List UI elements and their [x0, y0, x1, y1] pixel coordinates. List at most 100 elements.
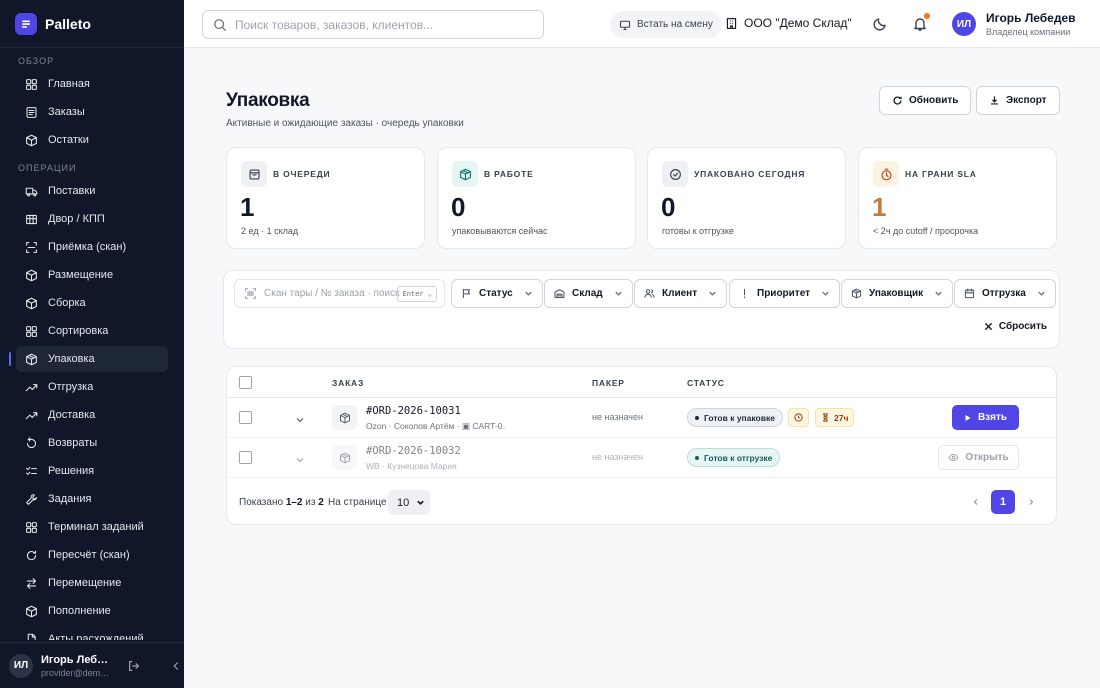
user-name[interactable]: Игорь Лебедев [986, 11, 1076, 25]
filter-button-1[interactable]: Склад [544, 279, 633, 308]
user-avatar[interactable]: ИЛ [952, 12, 976, 36]
shown-range: 1–2 [285, 497, 303, 508]
page-button-1[interactable]: 1 [991, 490, 1015, 514]
sidebar-item-1-16[interactable]: Акты расхождений [16, 626, 168, 640]
stat-label: НА ГРАНИ SLA [905, 169, 977, 179]
sidebar-item-1-13[interactable]: Пересчёт (скан) [16, 542, 168, 568]
start-shift-button[interactable]: Встать на смену [610, 11, 722, 38]
column-header-order[interactable]: ЗАКАЗ [332, 378, 364, 388]
column-header-status[interactable]: СТАТУС [687, 378, 725, 388]
table-row[interactable]: #ORD-2026-10032 WB · Кузнецова Мария не на… [227, 438, 1056, 478]
org-switcher[interactable]: ООО "Демо Склад" [725, 16, 852, 30]
page-title: Упаковка [226, 90, 310, 111]
expand-chevron-icon[interactable] [295, 452, 305, 463]
sidebar-item-label: Сортировка [48, 325, 109, 337]
open-order-button[interactable]: Открыть [938, 445, 1019, 470]
sidebar-item-label: Сборка [48, 297, 86, 309]
sidebar-item-1-4[interactable]: Сборка [16, 290, 168, 316]
check-circle-icon [662, 161, 688, 187]
sidebar-item-1-8[interactable]: Доставка [16, 402, 168, 428]
take-order-button[interactable]: Взять [952, 405, 1019, 430]
sidebar-item-1-2[interactable]: Приёмка (скан) [16, 234, 168, 260]
order-number[interactable]: #ORD-2026-10031 [366, 405, 461, 417]
filter-button-3[interactable]: Приоритет [729, 279, 841, 308]
sla-badge: 27ч [815, 408, 855, 427]
sidebar-item-0-2[interactable]: Остатки [16, 127, 168, 153]
sidebar-item-1-9[interactable]: Возвраты [16, 430, 168, 456]
org-name: ООО "Демо Склад" [744, 16, 852, 30]
sidebar-item-1-6[interactable]: Упаковка [9, 346, 168, 372]
filter-button-0[interactable]: Статус [451, 279, 543, 308]
filter-button-5[interactable]: Отгрузка [954, 279, 1056, 308]
order-number[interactable]: #ORD-2026-10032 [366, 445, 461, 457]
collapse-sidebar-icon[interactable] [169, 659, 183, 673]
per-page-label: На странице [328, 497, 387, 508]
sidebar-item-0-0[interactable]: Главная [16, 71, 168, 97]
packer-cell: не назначен [592, 452, 643, 462]
prev-page-button[interactable] [964, 490, 988, 514]
table-row[interactable]: #ORD-2026-10031 Ozon · Соколов Артём · ▣ … [227, 398, 1056, 438]
brand[interactable]: Palleto [0, 0, 184, 48]
select-all-checkbox[interactable] [239, 376, 252, 389]
user-role: Владелец компании [986, 27, 1071, 37]
sidebar-item-1-1[interactable]: Двор / КПП [16, 206, 168, 232]
scan-search-input[interactable]: Скан тары / № заказа · поиск Enter ⌄ [234, 279, 445, 308]
topbar: Встать на смену ООО "Демо Склад" ИЛ Игор… [184, 0, 1100, 48]
close-icon [984, 322, 993, 331]
sidebar-item-0-1[interactable]: Заказы [16, 99, 168, 125]
theme-toggle-icon[interactable] [872, 16, 888, 32]
sidebar-item-label: Терминал заданий [48, 521, 144, 533]
logout-icon[interactable] [127, 659, 141, 673]
nav-section-title: ОБЗОР [18, 56, 55, 66]
sidebar-item-1-14[interactable]: Перемещение [16, 570, 168, 596]
sidebar-item-1-11[interactable]: Задания [16, 486, 168, 512]
export-button[interactable]: Экспорт [976, 86, 1060, 115]
sidebar-item-1-7[interactable]: Отгрузка [16, 374, 168, 400]
download-icon [991, 96, 998, 105]
expand-chevron-icon[interactable] [295, 412, 305, 423]
stat-card: В ОЧЕРЕДИ 1 2 ед · 1 склад [226, 147, 425, 249]
row-checkbox[interactable] [239, 451, 252, 464]
next-page-button[interactable] [1019, 490, 1043, 514]
per-page-select[interactable]: 10 [388, 490, 430, 515]
refresh-label: Обновить [909, 95, 959, 106]
sidebar-item-1-0[interactable]: Поставки [16, 178, 168, 204]
box-icon [25, 134, 38, 147]
status-label: Готов к упаковке [704, 412, 775, 423]
avatar[interactable]: ИЛ [9, 653, 33, 678]
sidebar-item-1-10[interactable]: Решения [16, 458, 168, 484]
global-search[interactable] [202, 10, 544, 39]
order-meta: WB · Кузнецова Мария [366, 461, 457, 471]
sidebar-item-1-5[interactable]: Сортировка [16, 318, 168, 344]
refresh-button[interactable]: Обновить [879, 86, 972, 115]
box-icon [25, 605, 38, 618]
filter-button-4[interactable]: Упаковщик [841, 279, 954, 308]
status-dot [695, 455, 699, 460]
page-subtitle: Активные и ожидающие заказы · очередь уп… [226, 118, 464, 129]
sidebar-item-label: Отгрузка [48, 381, 94, 393]
sidebar-item-1-15[interactable]: Пополнение [16, 598, 168, 624]
sidebar-item-1-12[interactable]: Терминал заданий [16, 514, 168, 540]
doc-icon [25, 633, 38, 640]
start-shift-label: Встать на смену [637, 19, 713, 30]
shown-prefix: Показано [239, 497, 284, 508]
search-icon [214, 18, 227, 31]
flag-icon [461, 288, 472, 299]
export-label: Экспорт [1006, 95, 1047, 106]
notifications-bell-icon[interactable] [912, 13, 930, 32]
sidebar-item-label: Упаковка [48, 353, 95, 365]
sidebar-item-label: Пополнение [48, 605, 111, 617]
reset-filters-button[interactable]: Сбросить [984, 321, 1047, 332]
filter-label: Клиент [662, 288, 698, 299]
row-checkbox[interactable] [239, 411, 252, 424]
stat-note: упаковываются сейчас [452, 226, 548, 236]
barcode-scan-icon [245, 288, 256, 299]
filter-label: Упаковщик [869, 288, 924, 299]
search-input[interactable] [235, 17, 535, 32]
app-name: Palleto [45, 15, 91, 32]
scan-icon [25, 241, 38, 254]
sidebar-item-1-3[interactable]: Размещение [16, 262, 168, 288]
filter-label: Склад [572, 288, 603, 299]
column-header-packer[interactable]: ПАКЕР [592, 378, 625, 388]
filter-button-2[interactable]: Клиент [634, 279, 728, 308]
